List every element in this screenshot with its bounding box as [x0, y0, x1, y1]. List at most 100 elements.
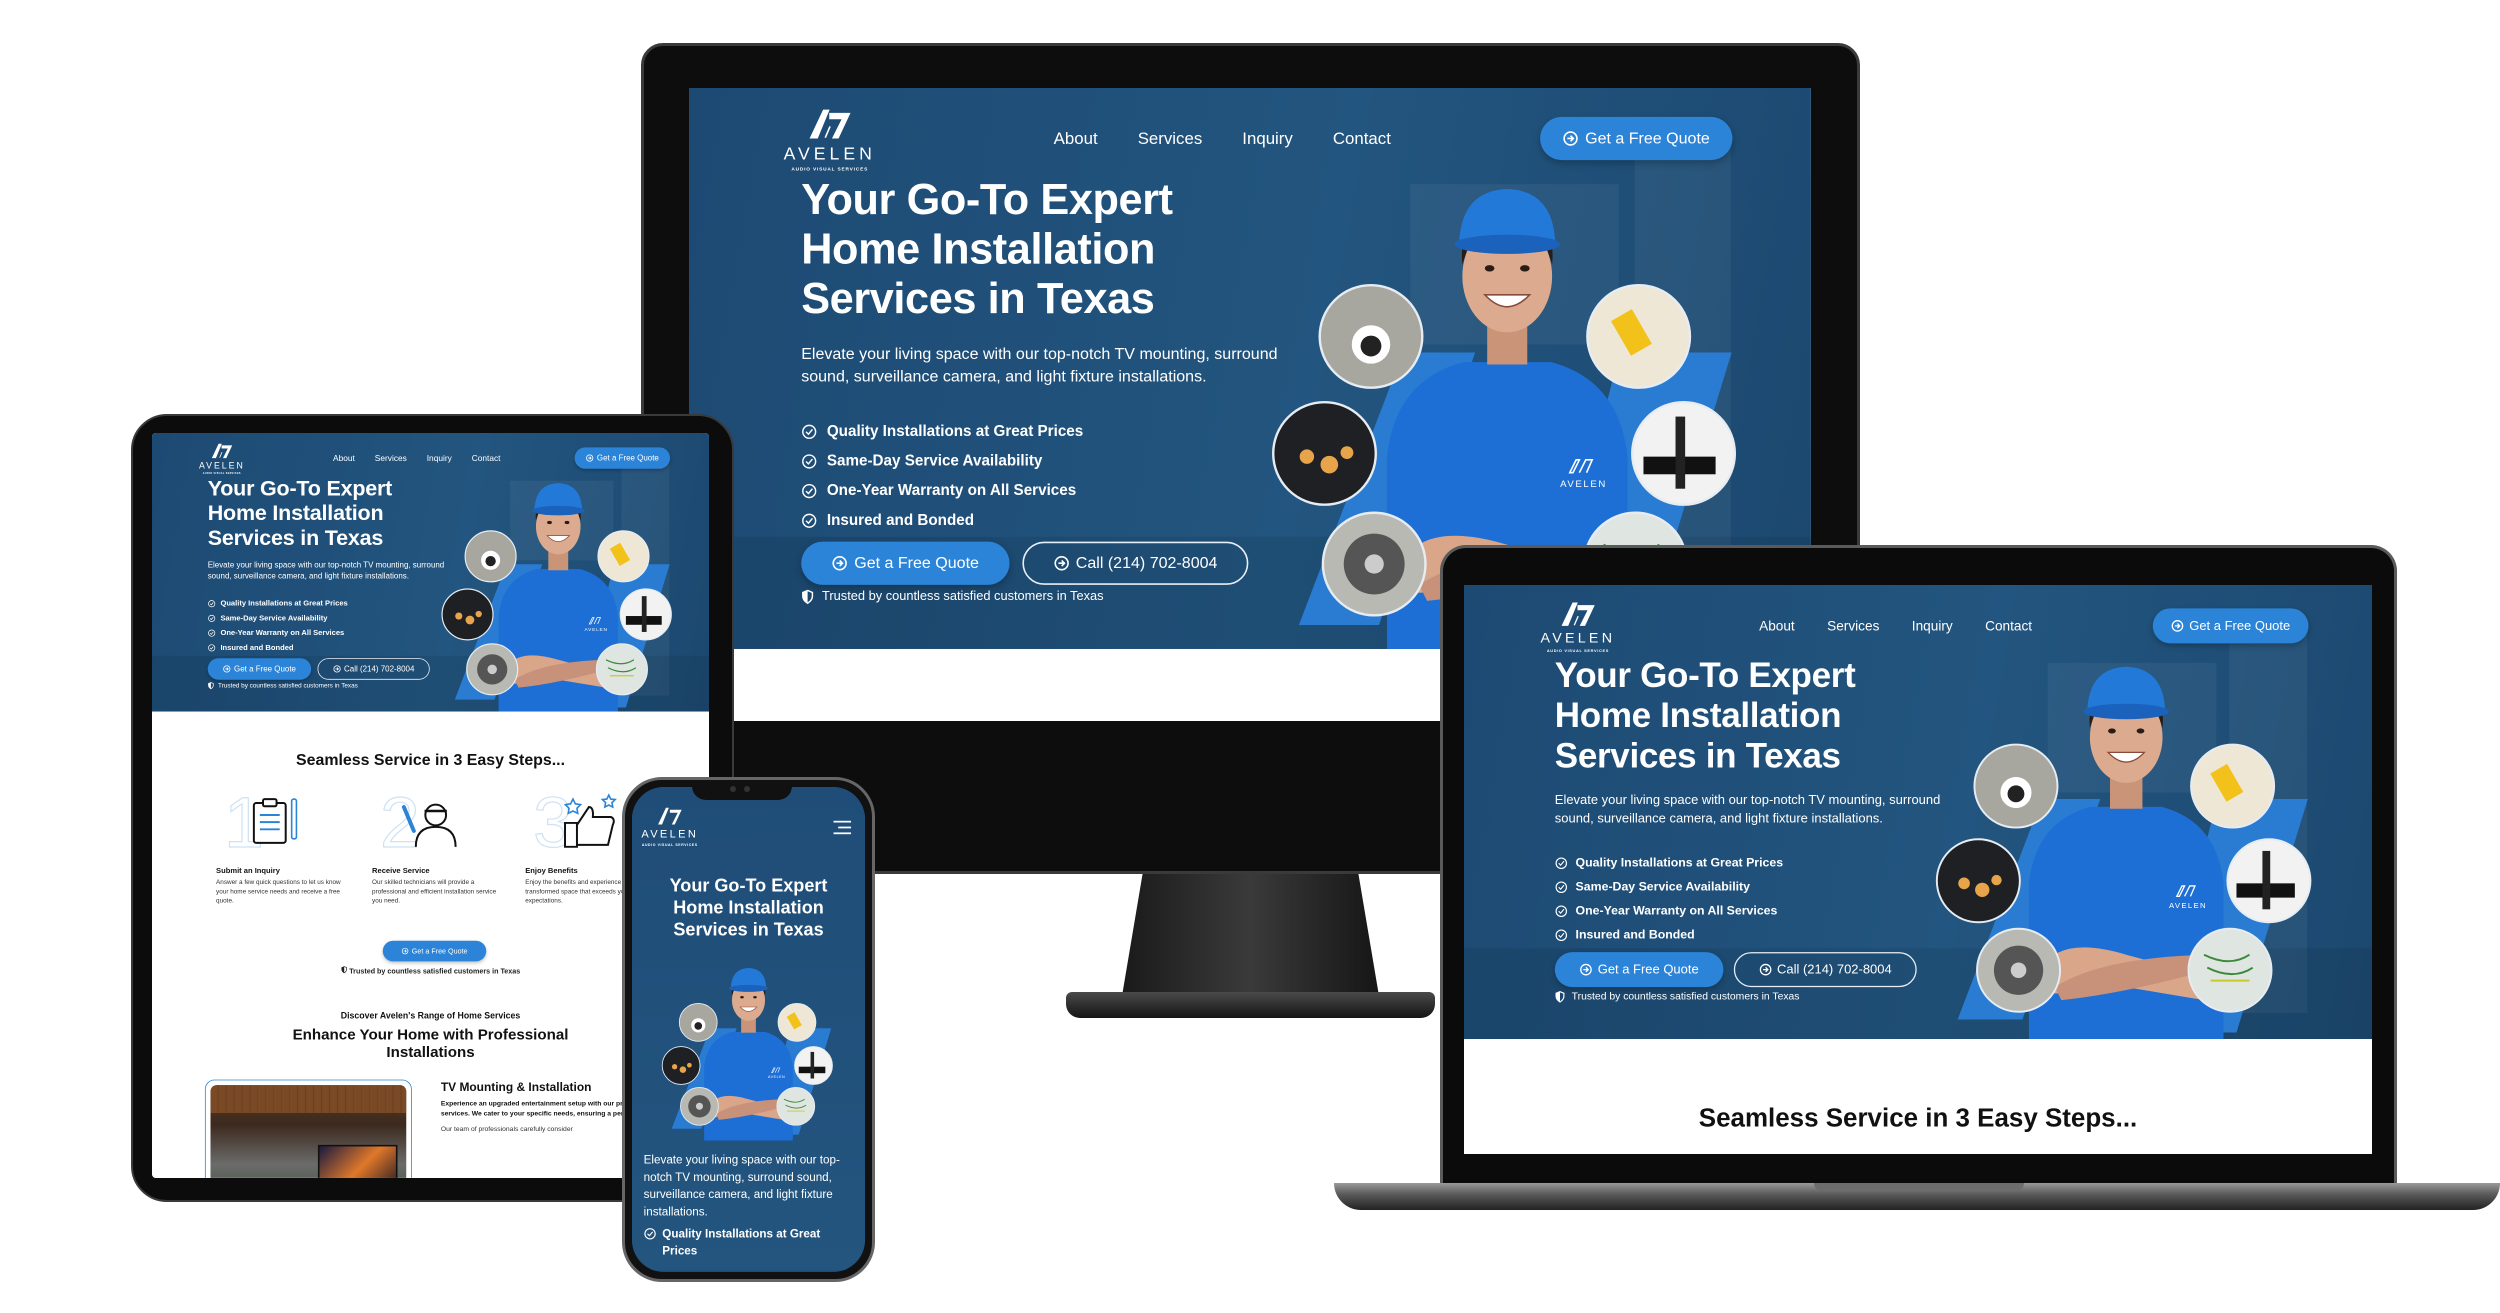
- hero-quote-label: Get a Free Quote: [234, 664, 296, 674]
- brand-logo[interactable]: AVELEN AUDIO VISUAL SERVICES: [641, 807, 698, 847]
- steps-title: Seamless Service in 3 Easy Steps...: [296, 751, 566, 769]
- feature-text: Same-Day Service Availability: [220, 613, 328, 623]
- feature-list: Quality Installations at Great Prices Sa…: [1555, 851, 1783, 947]
- nav-about[interactable]: About: [333, 454, 355, 464]
- feature-text: One-Year Warranty on All Services: [1575, 903, 1778, 918]
- brand-tagline: AUDIO VISUAL SERVICES: [202, 472, 241, 475]
- hero-quote-button[interactable]: Get a Free Quote: [801, 541, 1010, 585]
- nav-services[interactable]: Services: [375, 454, 407, 464]
- lamps-photo: [1935, 838, 2021, 924]
- tv-mounting-photo: [210, 1085, 407, 1178]
- step-title: Submit an Inquiry: [216, 866, 280, 876]
- hero-image: AVELEN: [1932, 604, 2321, 1040]
- feature-text: Same-Day Service Availability: [1575, 879, 1751, 894]
- feature-item: One-Year Warranty on All Services: [1555, 899, 1783, 923]
- step-number: 2: [380, 783, 420, 855]
- feature-list: Quality Installations at Great Prices Sa…: [801, 417, 1083, 536]
- hero-description: Elevate your living space with our top-n…: [1554, 793, 1941, 826]
- nav-about[interactable]: About: [1759, 619, 1795, 635]
- shield-icon: [802, 589, 814, 605]
- hero-quote-button[interactable]: Get a Free Quote: [207, 658, 312, 680]
- feature-item: Same-Day Service Availability: [208, 611, 348, 626]
- arrow-circle-icon: [1759, 963, 1772, 976]
- trust-note: Trusted by countless satisfied customers…: [1555, 991, 1799, 1003]
- hero-description: Elevate your living space with our top-n…: [643, 1153, 840, 1219]
- steps-title: Seamless Service in 3 Easy Steps...: [1698, 1103, 2138, 1133]
- logo-mark-icon: [211, 443, 233, 459]
- feature-text: Quality Installations at Great Prices: [1575, 855, 1784, 870]
- arrow-circle-icon: [223, 665, 231, 673]
- steps-quote-button[interactable]: Get a Free Quote: [382, 940, 487, 962]
- step-text: Answer a few quick questions to let us k…: [216, 879, 341, 905]
- call-button[interactable]: Call (214) 702-8004: [1733, 952, 1917, 988]
- feature-item: Quality Installations at Great Prices: [1555, 851, 1783, 875]
- trust-note: Trusted by countless satisfied customers…: [801, 589, 1104, 605]
- call-label: Call (214) 702-8004: [1777, 962, 1892, 977]
- phone-screen: AVELEN AUDIO VISUAL SERVICES Your Go-To …: [632, 787, 865, 1272]
- check-circle-icon: [1555, 905, 1568, 917]
- smartphone: AVELEN AUDIO VISUAL SERVICES Your Go-To …: [622, 777, 875, 1282]
- technician-illustration: AVELEN: [441, 483, 672, 712]
- wiring-photo: [595, 643, 648, 696]
- arrow-circle-icon: [333, 665, 341, 673]
- nav-about[interactable]: About: [1054, 130, 1098, 149]
- brand-logo[interactable]: AVELEN AUDIO VISUAL SERVICES: [198, 443, 245, 475]
- feature-item: Quality Installations at Great Prices: [801, 417, 1083, 447]
- check-circle-icon: [802, 483, 817, 498]
- call-label: Call (214) 702-8004: [344, 664, 415, 674]
- hero-title: Your Go-To Expert Home Installation Serv…: [801, 175, 1173, 323]
- logo-mark-icon: [657, 807, 682, 825]
- check-circle-icon: [1555, 929, 1568, 941]
- brand-logo[interactable]: AVELEN AUDIO VISUAL SERVICES: [784, 109, 876, 172]
- hero-quote-button[interactable]: Get a Free Quote: [1554, 952, 1724, 988]
- service-image-card[interactable]: [204, 1079, 412, 1178]
- lamps-photo: [661, 1046, 701, 1085]
- menu-icon[interactable]: [833, 820, 852, 838]
- monitor-stand-neck: [1122, 874, 1379, 996]
- lamps-photo: [1272, 400, 1378, 506]
- arrow-circle-icon: [401, 947, 409, 955]
- brand-name: AVELEN: [198, 460, 245, 471]
- hero-image: AVELEN: [439, 445, 678, 712]
- brand-name: AVELEN: [641, 828, 699, 841]
- svg-text:AVELEN: AVELEN: [585, 627, 608, 633]
- hero-title: Your Go-To Expert Home Installation Serv…: [207, 476, 393, 550]
- call-button[interactable]: Call (214) 702-8004: [317, 658, 430, 680]
- trust-text: Trusted by countless satisfied customers…: [822, 589, 1104, 604]
- steps-quote-label: Get a Free Quote: [411, 946, 468, 955]
- shield-icon: [1555, 991, 1565, 1003]
- feature-text: Insured and Bonded: [1575, 927, 1695, 942]
- hero-description: Elevate your living space with our top-n…: [207, 560, 445, 581]
- website-page-mobile: AVELEN AUDIO VISUAL SERVICES Your Go-To …: [632, 787, 865, 1271]
- logo-mark-icon: [1561, 602, 1595, 626]
- feature-text: One-Year Warranty on All Services: [826, 481, 1077, 499]
- nav-services[interactable]: Services: [1827, 619, 1879, 635]
- step-text: Our skilled technicians will provide a p…: [372, 879, 497, 905]
- logo-mark-icon: [809, 109, 851, 139]
- step-card: 1 Submit an Inquiry Answer a few quick q…: [216, 782, 347, 905]
- technician-illustration: AVELEN: [661, 967, 833, 1141]
- brand-logo[interactable]: AVELEN AUDIO VISUAL SERVICES: [1541, 602, 1616, 653]
- hero-description: Elevate your living space with our top-n…: [801, 345, 1278, 386]
- brand-tagline: AUDIO VISUAL SERVICES: [1546, 649, 1609, 654]
- monitor-stand-base: [1066, 992, 1435, 1018]
- trust-text: Trusted by countless satisfied customers…: [218, 682, 358, 689]
- laptop-base: [1334, 1183, 2500, 1210]
- feature-text: Insured and Bonded: [220, 643, 294, 652]
- feature-item: One-Year Warranty on All Services: [208, 626, 348, 641]
- check-circle-icon: [208, 599, 216, 608]
- feature-item: Insured and Bonded: [1555, 923, 1783, 947]
- call-button[interactable]: Call (214) 702-8004: [1022, 541, 1249, 585]
- nav-services[interactable]: Services: [1138, 130, 1203, 149]
- shirt: [498, 569, 618, 712]
- shield-icon: [208, 682, 214, 690]
- shirt: [704, 1031, 793, 1141]
- laptop: AVELEN AUDIO VISUAL SERVICES About Servi…: [1440, 545, 2397, 1186]
- services-title: Enhance Your Home with Professional Inst…: [292, 1026, 569, 1061]
- check-circle-icon: [208, 644, 216, 652]
- check-circle-icon: [208, 614, 216, 622]
- hero-quote-label: Get a Free Quote: [1597, 962, 1699, 977]
- svg-text:AVELEN: AVELEN: [768, 1075, 785, 1079]
- hero-title: Your Go-To Expert Home Installation Serv…: [669, 874, 828, 940]
- feature-text: Quality Installations at Great Prices: [220, 599, 348, 608]
